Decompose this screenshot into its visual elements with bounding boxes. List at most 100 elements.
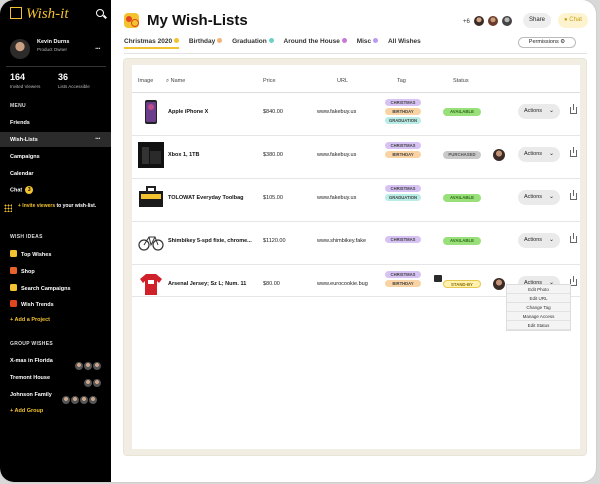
- share-icon[interactable]: [570, 147, 577, 157]
- avatar: [75, 362, 83, 370]
- actions-button[interactable]: Actions ⌄: [518, 104, 560, 119]
- invite-rest-text: to your wish-list.: [55, 203, 97, 209]
- column-header-url[interactable]: URL: [337, 78, 348, 84]
- tag-badge: BIRTHDAY: [385, 108, 421, 115]
- wish-idea-search-campaigns[interactable]: Search Campaigns: [10, 284, 71, 292]
- invite-link-text: + Invite viewers: [18, 203, 56, 209]
- product-url[interactable]: www.shimbikey.fake: [317, 238, 377, 244]
- column-header-tag[interactable]: Tag: [397, 78, 406, 84]
- permissions-button[interactable]: Permissions ⚙: [518, 37, 576, 48]
- product-url[interactable]: www.fakebuy.us: [317, 109, 377, 115]
- menu-item-edit-url[interactable]: Edit URL: [507, 294, 570, 303]
- status-badge: AVAILABLE: [443, 194, 481, 202]
- menu-item-change-tag[interactable]: Change Tag: [507, 303, 570, 312]
- actions-label: Actions: [524, 108, 543, 114]
- add-group-link[interactable]: + Add Group: [10, 408, 43, 414]
- tag-badge: CHRISTMAS: [385, 236, 421, 243]
- table-row[interactable]: Apple iPhone X $840.00 www.fakebuy.us CH…: [132, 93, 580, 136]
- table-row[interactable]: Shimbikey 5-spd fixie, chrome... $1120.0…: [132, 222, 580, 265]
- wish-idea-wish-trends[interactable]: Wish Trends: [10, 300, 54, 308]
- add-project-link[interactable]: + Add a Project: [10, 317, 50, 323]
- column-header-price[interactable]: Price: [263, 78, 276, 84]
- product-name[interactable]: TOLOWAT Everyday Toolbag: [168, 195, 256, 201]
- search-icon[interactable]: ⌕: [166, 78, 169, 84]
- user-name: Kevin Durns: [37, 39, 70, 45]
- stat-invited-viewers-label: Invited Viewers: [10, 84, 41, 89]
- tab-all-wishes[interactable]: All Wishes: [388, 38, 421, 45]
- actions-button[interactable]: Actions ⌄: [518, 233, 560, 248]
- share-icon[interactable]: [570, 190, 577, 200]
- list-tabs: Christmas 2020 Birthday Graduation Aroun…: [124, 38, 429, 49]
- product-name[interactable]: Arsenal Jersey; Sz L; Num. 11: [168, 281, 256, 287]
- search-campaign-icon: [10, 284, 17, 291]
- tab-color-dot: [268, 38, 274, 43]
- share-button[interactable]: Share: [523, 13, 551, 28]
- column-header-status[interactable]: Status: [453, 78, 469, 84]
- stat-invited-viewers-value: 164: [10, 72, 26, 82]
- avatar[interactable]: [493, 149, 505, 161]
- sidebar-item-friends[interactable]: Friends: [10, 120, 30, 126]
- avatar: [84, 362, 92, 370]
- tab-color-dot: [217, 38, 223, 43]
- wish-idea-shop[interactable]: Shop: [10, 267, 35, 275]
- share-icon[interactable]: [570, 233, 577, 243]
- profile-more-icon[interactable]: ···: [95, 44, 101, 53]
- sidebar-item-wish-lists[interactable]: Wish-Lists: [10, 137, 38, 143]
- wish-idea-label: Search Campaigns: [21, 286, 71, 292]
- sidebar-item-chat[interactable]: Chat 3: [10, 186, 34, 194]
- menu-item-edit-photo[interactable]: Edit Photo: [507, 285, 570, 294]
- user-profile[interactable]: Kevin Durns Product Owner: [10, 37, 105, 59]
- sidebar-item-campaigns[interactable]: Campaigns: [10, 154, 40, 160]
- group-item-johnson-family[interactable]: Johnson Family: [10, 392, 52, 398]
- avatar[interactable]: [473, 15, 485, 27]
- chat-button[interactable]: ● Chat: [558, 13, 588, 28]
- avatar[interactable]: [501, 15, 513, 27]
- share-icon[interactable]: [570, 276, 577, 286]
- column-header-name[interactable]: ⌕ Name: [166, 78, 185, 85]
- avatar[interactable]: [493, 278, 505, 290]
- table-row[interactable]: Xbox 1, 1TB $380.00 www.fakebuy.us CHRIS…: [132, 136, 580, 179]
- tab-label: Graduation: [232, 38, 267, 45]
- menu-item-manage-access[interactable]: Manage Access: [507, 312, 570, 321]
- actions-label: Actions: [524, 194, 543, 200]
- group-members: [83, 374, 101, 392]
- stat-lists-accessible-label: Lists Accessible: [58, 84, 90, 89]
- sidebar-item-calendar[interactable]: Calendar: [10, 171, 34, 177]
- group-item-xmas-in-florida[interactable]: X-mas in Florida: [10, 358, 53, 364]
- tag-badge: CHRISTMAS: [385, 99, 421, 106]
- search-icon[interactable]: [96, 9, 104, 17]
- product-url[interactable]: www.fakebuy.us: [317, 195, 377, 201]
- tab-around-the-house[interactable]: Around the House: [284, 38, 347, 45]
- product-image: [138, 185, 164, 211]
- product-url[interactable]: www.eurocookie.bug: [317, 281, 377, 287]
- tab-graduation[interactable]: Graduation: [232, 38, 274, 45]
- tag-badge: CHRISTMAS: [385, 185, 421, 192]
- grid-icon: [4, 204, 12, 212]
- product-url[interactable]: www.fakebuy.us: [317, 152, 377, 158]
- app-logo[interactable]: Wish-it: [10, 6, 69, 23]
- product-name[interactable]: Apple iPhone X: [168, 109, 256, 115]
- share-icon[interactable]: [570, 104, 577, 114]
- product-name[interactable]: Xbox 1, 1TB: [168, 152, 256, 158]
- actions-button[interactable]: Actions ⌄: [518, 147, 560, 162]
- wish-idea-label: Top Wishes: [21, 252, 52, 258]
- logo-icon: [10, 7, 22, 19]
- tab-birthday[interactable]: Birthday: [189, 38, 223, 45]
- table-row[interactable]: TOLOWAT Everyday Toolbag $105.00 www.fak…: [132, 179, 580, 222]
- tab-christmas-2020[interactable]: Christmas 2020: [124, 38, 180, 49]
- comment-icon[interactable]: [434, 275, 442, 282]
- group-item-tremont-house[interactable]: Tremont House: [10, 375, 50, 381]
- group-wishes-heading: GROUP WISHES: [10, 341, 53, 347]
- more-viewers-count[interactable]: +6: [463, 19, 470, 25]
- invite-viewers-link[interactable]: + Invite viewers to your wish-list.: [18, 203, 108, 210]
- tab-color-dot: [341, 38, 347, 43]
- product-name[interactable]: Shimbikey 5-spd fixie, chrome...: [168, 238, 256, 244]
- wish-lists-more-icon[interactable]: ···: [95, 134, 101, 143]
- product-price: $105.00: [263, 195, 283, 201]
- menu-item-edit-status[interactable]: Edit Status: [507, 321, 570, 330]
- avatar[interactable]: [487, 15, 499, 27]
- wish-idea-top-wishes[interactable]: Top Wishes: [10, 250, 51, 258]
- tab-misc[interactable]: Misc: [357, 38, 379, 45]
- actions-button[interactable]: Actions ⌄: [518, 190, 560, 205]
- shop-icon: [10, 267, 17, 274]
